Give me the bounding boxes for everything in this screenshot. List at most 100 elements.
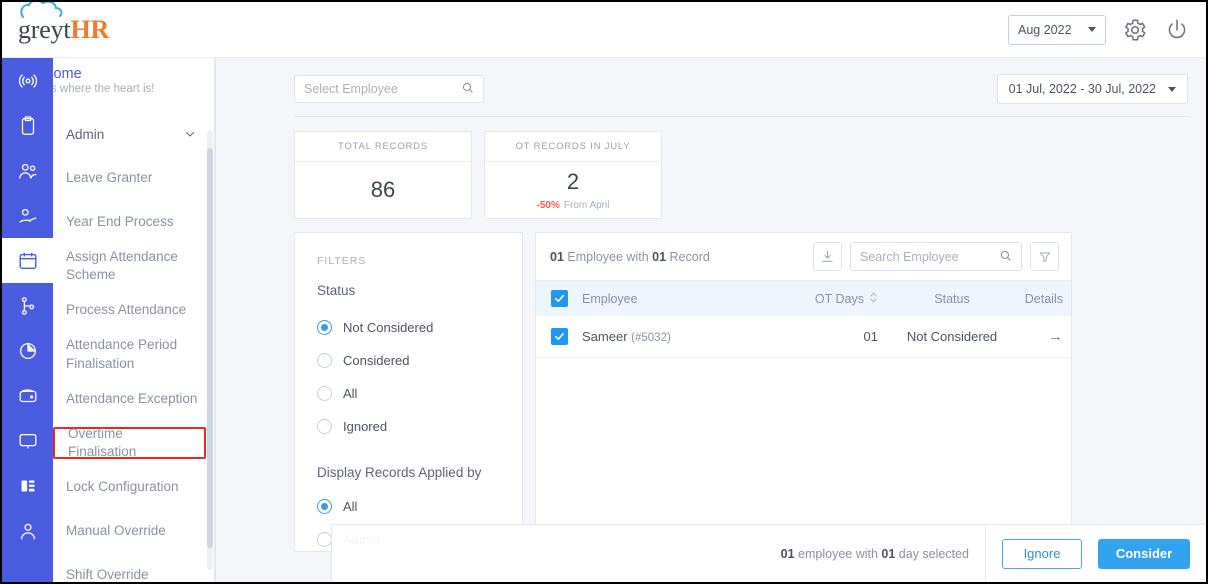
sidebar-item-attendance-exception[interactable]: Attendance Exception bbox=[53, 377, 214, 421]
table-toolbar: 01 Employee with 01 Record Search Employ… bbox=[536, 233, 1071, 281]
select-employee-input[interactable]: Select Employee bbox=[294, 75, 484, 103]
sidebar-item-label: Assign Attendance Scheme bbox=[66, 248, 178, 282]
home-subtitle: it's where the heart is! bbox=[43, 83, 155, 95]
column-header-ot-days[interactable]: OT Days bbox=[778, 291, 888, 307]
pie-chart-icon[interactable] bbox=[2, 328, 53, 373]
radio-icon[interactable] bbox=[317, 353, 332, 368]
power-icon[interactable] bbox=[1164, 17, 1190, 43]
filter-option-label: All bbox=[343, 499, 358, 514]
brand-name-grey: greyt bbox=[18, 15, 71, 44]
footer-divider bbox=[985, 524, 986, 582]
app-window: greytHR Aug 2022 Home it's where the hea… bbox=[0, 0, 1208, 584]
filters-panel: FILTERS Status Not Considered Considered… bbox=[294, 232, 523, 552]
filter-status-considered[interactable]: Considered bbox=[317, 344, 502, 377]
row-employee-cell: Sameer (#5032) bbox=[582, 329, 778, 344]
filters-status-title: Status bbox=[317, 283, 356, 298]
table-row[interactable]: Sameer (#5032) 01 Not Considered → bbox=[536, 316, 1071, 358]
stat-cards: TOTAL RECORDS 86 OT RECORDS IN JULY 2 -5… bbox=[216, 117, 1206, 219]
table-count-suffix: Record bbox=[666, 249, 710, 264]
table-record-num: 01 bbox=[652, 249, 667, 264]
filter-option-label: All bbox=[343, 386, 358, 401]
footer-summary-suffix: day selected bbox=[895, 546, 969, 561]
row-checkbox[interactable] bbox=[550, 328, 568, 345]
radio-icon[interactable] bbox=[317, 419, 332, 434]
table-record-count: 01 Employee with 01 Record bbox=[550, 250, 710, 264]
filter-applied-by-all[interactable]: All bbox=[317, 490, 502, 523]
sidebar-item-label: Lock Configuration bbox=[66, 478, 179, 494]
top-bar: greytHR Aug 2022 bbox=[2, 2, 1206, 58]
search-employee-input[interactable]: Search Employee bbox=[850, 242, 1022, 271]
select-all-checkbox-cell bbox=[536, 290, 582, 307]
row-employee-id: (#5032) bbox=[631, 332, 671, 344]
sort-updown-icon[interactable] bbox=[869, 291, 878, 307]
person-icon[interactable] bbox=[2, 508, 53, 553]
column-header-employee[interactable]: Employee bbox=[582, 292, 778, 306]
hand-heart-icon[interactable] bbox=[2, 193, 53, 238]
row-employee-name: Sameer bbox=[582, 329, 628, 344]
sidebar-item-year-end-process[interactable]: Year End Process bbox=[53, 200, 214, 244]
filter-option-label: Ignored bbox=[343, 419, 388, 434]
sidebar-scrollbar-thumb[interactable] bbox=[207, 148, 213, 548]
ignore-button[interactable]: Ignore bbox=[1002, 538, 1082, 569]
footer-employee-count: 01 bbox=[780, 546, 795, 561]
monitor-icon[interactable] bbox=[2, 418, 53, 463]
filters-label: FILTERS bbox=[317, 255, 367, 267]
sidebar-item-attendance-period-finalisation[interactable]: Attendance Period Finalisation bbox=[53, 332, 214, 377]
arrow-right-icon[interactable]: → bbox=[1048, 328, 1063, 345]
table-header-row: Employee OT Days Status Details bbox=[536, 281, 1071, 316]
brand-logo[interactable]: greytHR bbox=[2, 2, 215, 58]
filter-status-not-considered[interactable]: Not Considered bbox=[317, 311, 502, 344]
sidebar-scrollbar[interactable] bbox=[207, 130, 213, 570]
sidebar-item-label: Manual Override bbox=[66, 522, 166, 538]
org-chart-icon[interactable] bbox=[2, 283, 53, 328]
search-icon bbox=[461, 81, 474, 97]
filter-status-ignored[interactable]: Ignored bbox=[317, 410, 502, 443]
row-details-cell[interactable]: → bbox=[1016, 328, 1071, 345]
sidebar-item-leave-granter[interactable]: Leave Granter bbox=[53, 156, 214, 200]
radio-icon[interactable] bbox=[317, 320, 332, 335]
radio-icon[interactable] bbox=[317, 499, 332, 514]
radio-icon[interactable] bbox=[317, 386, 332, 401]
stat-card-value: 86 bbox=[370, 177, 396, 202]
filter-status-all[interactable]: All bbox=[317, 377, 502, 410]
clipboard-icon[interactable] bbox=[2, 103, 53, 148]
footer-day-count: 01 bbox=[881, 546, 896, 561]
row-checkbox-cell bbox=[536, 328, 582, 345]
chevron-down-icon bbox=[184, 128, 196, 140]
sidebar-item-assign-attendance-scheme[interactable]: Assign Attendance Scheme bbox=[53, 244, 214, 288]
wallet-icon[interactable] bbox=[2, 373, 53, 418]
select-all-checkbox[interactable] bbox=[550, 290, 568, 307]
icon-rail bbox=[2, 58, 53, 582]
stat-card-title: TOTAL RECORDS bbox=[295, 132, 471, 162]
date-range-selector[interactable]: 01 Jul, 2022 - 30 Jul, 2022 bbox=[996, 74, 1188, 104]
sidebar-group-admin[interactable]: Admin bbox=[53, 112, 214, 156]
sidebar-item-lock-configuration[interactable]: Lock Configuration bbox=[53, 465, 214, 509]
sidebar-item-label: Overtime Finalisation bbox=[68, 425, 137, 459]
broadcast-icon[interactable] bbox=[2, 58, 53, 103]
stat-card-delta: -50% From April bbox=[537, 200, 610, 211]
sidebar-item-process-attendance[interactable]: Process Attendance bbox=[53, 288, 214, 332]
people-icon[interactable] bbox=[2, 148, 53, 193]
sidebar-item-shift-override[interactable]: Shift Override bbox=[53, 553, 214, 582]
sidebar-item-manual-override[interactable]: Manual Override bbox=[53, 509, 214, 553]
filter-option-label: Not Considered bbox=[343, 320, 434, 335]
home-title: Home bbox=[43, 66, 82, 82]
filter-funnel-icon[interactable] bbox=[1030, 242, 1059, 271]
stat-card-title: OT RECORDS IN JULY bbox=[485, 132, 661, 162]
column-header-status[interactable]: Status bbox=[888, 292, 1016, 306]
stat-card-ot-records: OT RECORDS IN JULY 2 -50% From April bbox=[484, 131, 662, 219]
radio-icon[interactable] bbox=[317, 532, 332, 547]
main-content: Select Employee 01 Jul, 2022 - 30 Jul, 2… bbox=[215, 58, 1206, 582]
period-selector[interactable]: Aug 2022 bbox=[1008, 14, 1106, 45]
main-toolbar: Select Employee 01 Jul, 2022 - 30 Jul, 2… bbox=[216, 58, 1206, 104]
chevron-down-icon bbox=[1088, 27, 1096, 32]
gear-icon[interactable] bbox=[1122, 17, 1148, 43]
stat-card-delta-pct: -50% bbox=[536, 200, 560, 211]
date-range-label: 01 Jul, 2022 - 30 Jul, 2022 bbox=[1008, 82, 1156, 96]
calendar-icon[interactable] bbox=[2, 238, 53, 283]
footer-summary-mid: employee with bbox=[794, 546, 882, 561]
download-icon[interactable] bbox=[813, 242, 842, 271]
reports-icon[interactable] bbox=[2, 463, 53, 508]
sidebar-item-overtime-finalisation[interactable]: Overtime Finalisation bbox=[53, 425, 206, 459]
consider-button[interactable]: Consider bbox=[1098, 538, 1190, 569]
